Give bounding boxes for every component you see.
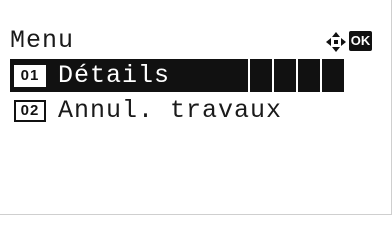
- selection-divider: [248, 59, 250, 92]
- menu-item-details[interactable]: 01 Détails: [10, 59, 392, 92]
- ok-key-icon: OK: [349, 31, 372, 51]
- item-number-badge: 01: [14, 65, 46, 87]
- menu-item-label: Détails: [58, 61, 171, 90]
- header-bar: Menu OK: [0, 24, 392, 58]
- menu-item-cancel-jobs[interactable]: 02 Annul. travaux: [10, 94, 392, 127]
- selection-divider: [320, 59, 322, 92]
- selection-divider: [272, 59, 274, 92]
- selection-divider: [296, 59, 298, 92]
- menu-title: Menu: [10, 26, 75, 55]
- item-number-badge: 02: [14, 100, 46, 122]
- menu-item-label: Annul. travaux: [58, 96, 283, 125]
- four-way-arrow-icon: [325, 31, 347, 53]
- lcd-screen: Menu OK 01 Détails 02 Annul. travaux: [0, 0, 392, 215]
